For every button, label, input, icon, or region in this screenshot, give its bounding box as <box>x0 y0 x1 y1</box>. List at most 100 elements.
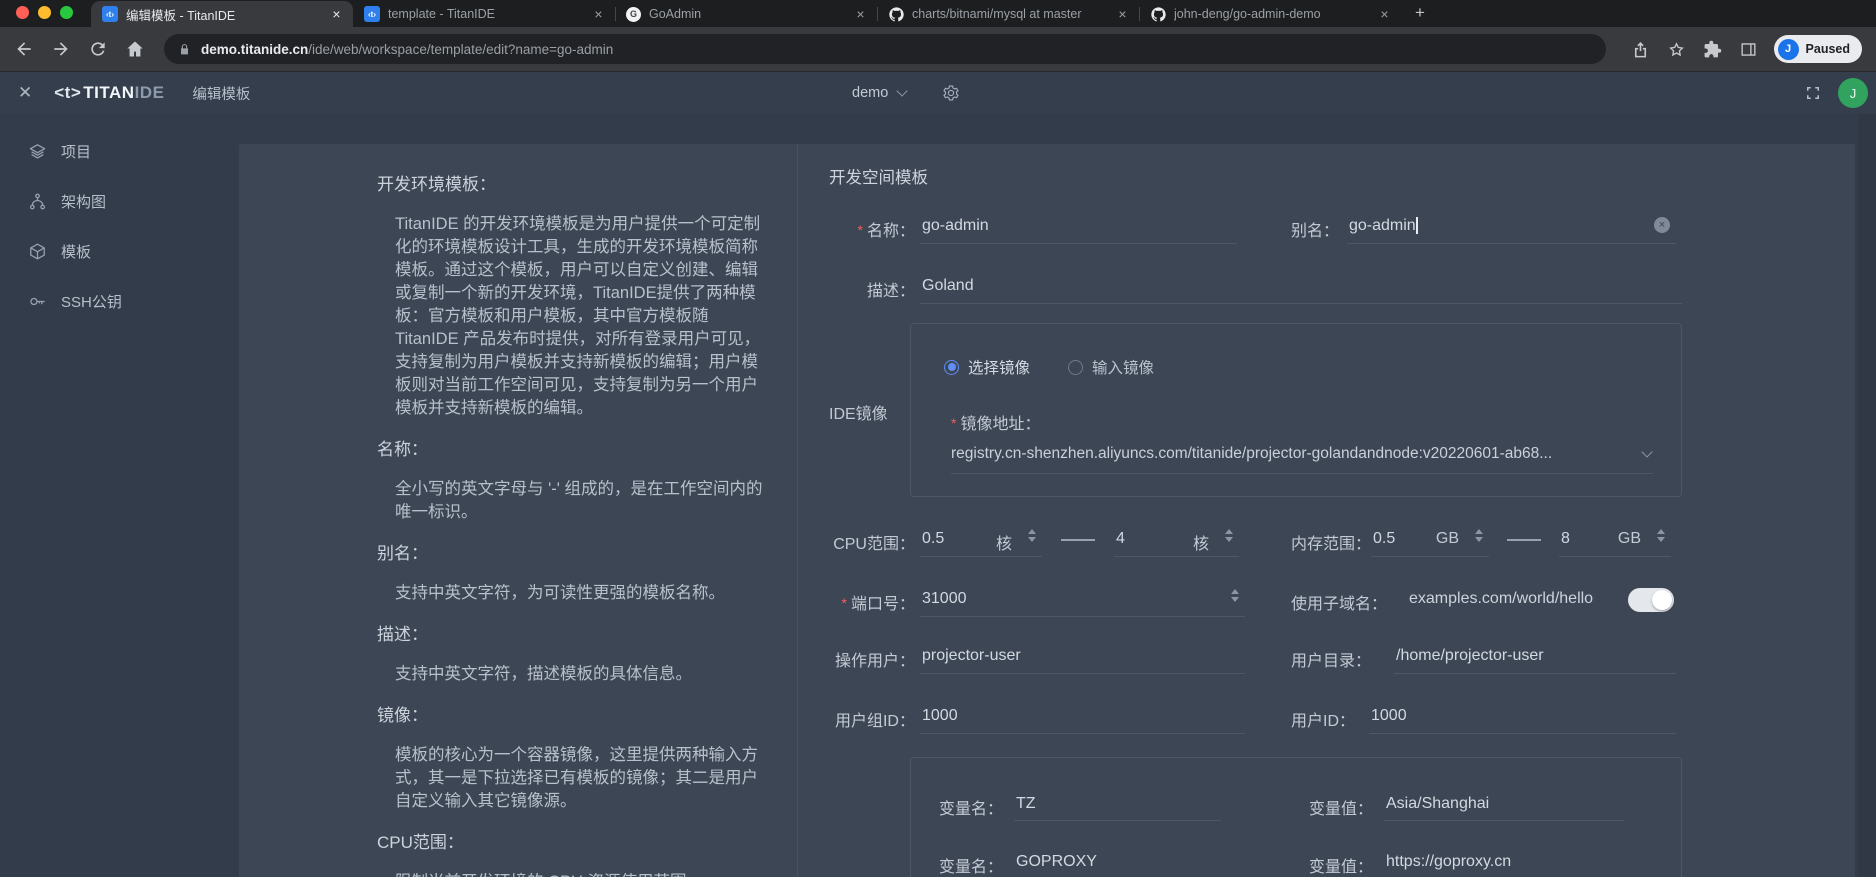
description-input[interactable]: Goland <box>920 267 1682 304</box>
tab-close-icon[interactable]: × <box>590 6 607 23</box>
range-dash <box>1507 539 1541 541</box>
sidebar-item-label: 项目 <box>61 141 91 162</box>
step-up-icon <box>1028 529 1036 534</box>
github-icon <box>1150 6 1166 22</box>
homedir-label: 用户目录： <box>1291 647 1371 671</box>
stepper-icons[interactable] <box>1657 529 1665 542</box>
doc-body: 全小写的英文字母与 '-' 组成的，是在工作空间内的唯一标识。 <box>377 478 773 524</box>
subdomain-toggle[interactable] <box>1628 588 1674 612</box>
stepper-icons[interactable] <box>1028 529 1036 542</box>
name-input[interactable]: go-admin <box>920 207 1237 244</box>
reload-icon[interactable] <box>88 39 108 59</box>
name-alias-row: *名称： go-admin 别名： go-admin × <box>799 207 1855 247</box>
homedir-input[interactable]: /home/projector-user <box>1394 637 1676 674</box>
step-up-icon <box>1475 529 1483 534</box>
userid-input[interactable]: 1000 <box>1369 697 1676 734</box>
sidebar-item-ssh-keys[interactable]: SSH公钥 <box>0 276 213 326</box>
step-down-icon <box>1028 537 1036 542</box>
form-title: 开发空间模板 <box>829 164 928 188</box>
tab-title: template - TitanIDE <box>388 7 582 21</box>
doc-body: 模板的核心为一个容器镜像，这里提供两种输入方式，其一是下拉选择已有模板的镜像；其… <box>377 744 773 813</box>
groupid-label: 用户组ID： <box>799 707 915 731</box>
env-value-input[interactable]: https://goproxy.cn <box>1384 845 1624 877</box>
alias-input[interactable]: go-admin × <box>1347 207 1676 244</box>
step-up-icon <box>1231 589 1239 594</box>
text-caret <box>1416 217 1418 234</box>
projects-icon <box>28 142 47 161</box>
side-panel-icon[interactable] <box>1739 40 1758 59</box>
app-body: 项目 架构图 模板 SSH公钥 <box>0 114 1876 877</box>
browser-tab[interactable]: charts/bitnami/mysql at master × <box>877 1 1139 27</box>
tab-close-icon[interactable]: × <box>1114 6 1131 23</box>
cpu-min-stepper[interactable]: 0.5 核 <box>920 520 1042 557</box>
image-address-select[interactable]: registry.cn-shenzhen.aliyuncs.com/titani… <box>951 434 1653 474</box>
lock-icon[interactable] <box>178 43 191 56</box>
env-vars-group: 变量名： TZ 变量值： Asia/Shanghai 变量名： <box>910 757 1682 877</box>
description-row: 描述： Goland <box>799 267 1855 307</box>
step-down-icon <box>1225 537 1233 542</box>
browser-tab[interactable]: ‹t› template - TitanIDE × <box>353 1 615 27</box>
templates-icon <box>28 242 47 261</box>
memory-min-stepper[interactable]: 0.5 GB <box>1371 520 1489 557</box>
sidebar-item-projects[interactable]: 项目 <box>0 126 213 176</box>
stepper-icons[interactable] <box>1225 529 1233 542</box>
operator-input[interactable]: projector-user <box>920 637 1245 674</box>
minimize-window-button[interactable] <box>38 6 51 19</box>
chevron-down-icon <box>897 85 908 96</box>
subdomain-value: examples.com/world/hello <box>1409 590 1593 608</box>
ide-image-group: 选择镜像 输入镜像 *镜像地址： registry.cn-shenzhen.al… <box>910 323 1682 497</box>
clear-icon[interactable]: × <box>1654 217 1670 233</box>
port-input[interactable]: 31000 <box>920 580 1245 617</box>
browser-tab[interactable]: G GoAdmin × <box>615 1 877 27</box>
new-tab-button[interactable]: + <box>1407 0 1433 26</box>
back-icon[interactable] <box>14 39 34 59</box>
extensions-icon[interactable] <box>1703 40 1722 59</box>
browser-tab[interactable]: john-deng/go-admin-demo × <box>1139 1 1401 27</box>
groupid-input[interactable]: 1000 <box>920 697 1245 734</box>
cpu-max-stepper[interactable]: 4 核 <box>1114 520 1239 557</box>
cpu-range-label: CPU范围： <box>799 530 915 554</box>
doc-heading: 镜像： <box>377 704 773 727</box>
memory-max-stepper[interactable]: 8 GB <box>1559 520 1671 557</box>
tab-close-icon[interactable]: × <box>328 6 345 23</box>
radio-icon <box>1068 360 1083 375</box>
radio-select-image[interactable]: 选择镜像 <box>944 356 1030 378</box>
address-bar[interactable]: demo.titanide.cn /ide/web/workspace/temp… <box>164 34 1606 64</box>
profile-chip[interactable]: J Paused <box>1774 35 1862 63</box>
close-icon[interactable]: ✕ <box>18 83 32 103</box>
home-icon[interactable] <box>125 39 145 59</box>
sidebar-item-architecture[interactable]: 架构图 <box>0 176 213 226</box>
workspace-name: demo <box>852 85 888 101</box>
stepper-icons[interactable] <box>1475 529 1483 542</box>
url-domain: demo.titanide.cn <box>201 42 308 57</box>
browser-tab-active[interactable]: ‹t› 编辑模板 - TitanIDE × <box>91 1 353 27</box>
port-subdomain-row: *端口号： 31000 使用子域名： examples.com/world/he… <box>799 580 1855 620</box>
form-column: 开发空间模板 *名称： go-admin 别名： go-admin × <box>799 144 1855 877</box>
gear-icon[interactable] <box>942 84 960 102</box>
stepper-icons[interactable] <box>1231 589 1239 602</box>
close-window-button[interactable] <box>16 6 29 19</box>
env-name-input[interactable]: GOPROXY <box>1014 845 1221 877</box>
tab-close-icon[interactable]: × <box>1376 6 1393 23</box>
tab-close-icon[interactable]: × <box>852 6 869 23</box>
radio-input-image[interactable]: 输入镜像 <box>1068 356 1154 378</box>
page-title: 编辑模板 <box>192 83 250 104</box>
architecture-icon <box>28 192 47 211</box>
env-value-label: 变量值： <box>1309 795 1373 819</box>
name-label: *名称： <box>799 217 915 241</box>
workspace-switcher[interactable]: demo <box>852 72 960 114</box>
env-value-input[interactable]: Asia/Shanghai <box>1384 787 1624 821</box>
user-avatar[interactable]: J <box>1838 78 1868 108</box>
sidebar-item-templates[interactable]: 模板 <box>0 226 213 276</box>
port-label: *端口号： <box>799 590 915 614</box>
scrollbar-track[interactable] <box>1858 114 1876 877</box>
zoom-window-button[interactable] <box>60 6 73 19</box>
profile-avatar: J <box>1778 39 1799 60</box>
forward-icon[interactable] <box>51 39 71 59</box>
env-name-input[interactable]: TZ <box>1014 787 1221 821</box>
tab-title: 编辑模板 - TitanIDE <box>126 5 320 24</box>
tab-strip: ‹t› 编辑模板 - TitanIDE × ‹t› template - Tit… <box>0 0 1876 27</box>
bookmark-star-icon[interactable] <box>1667 40 1686 59</box>
fullscreen-icon[interactable] <box>1804 84 1822 102</box>
share-icon[interactable] <box>1631 40 1650 59</box>
